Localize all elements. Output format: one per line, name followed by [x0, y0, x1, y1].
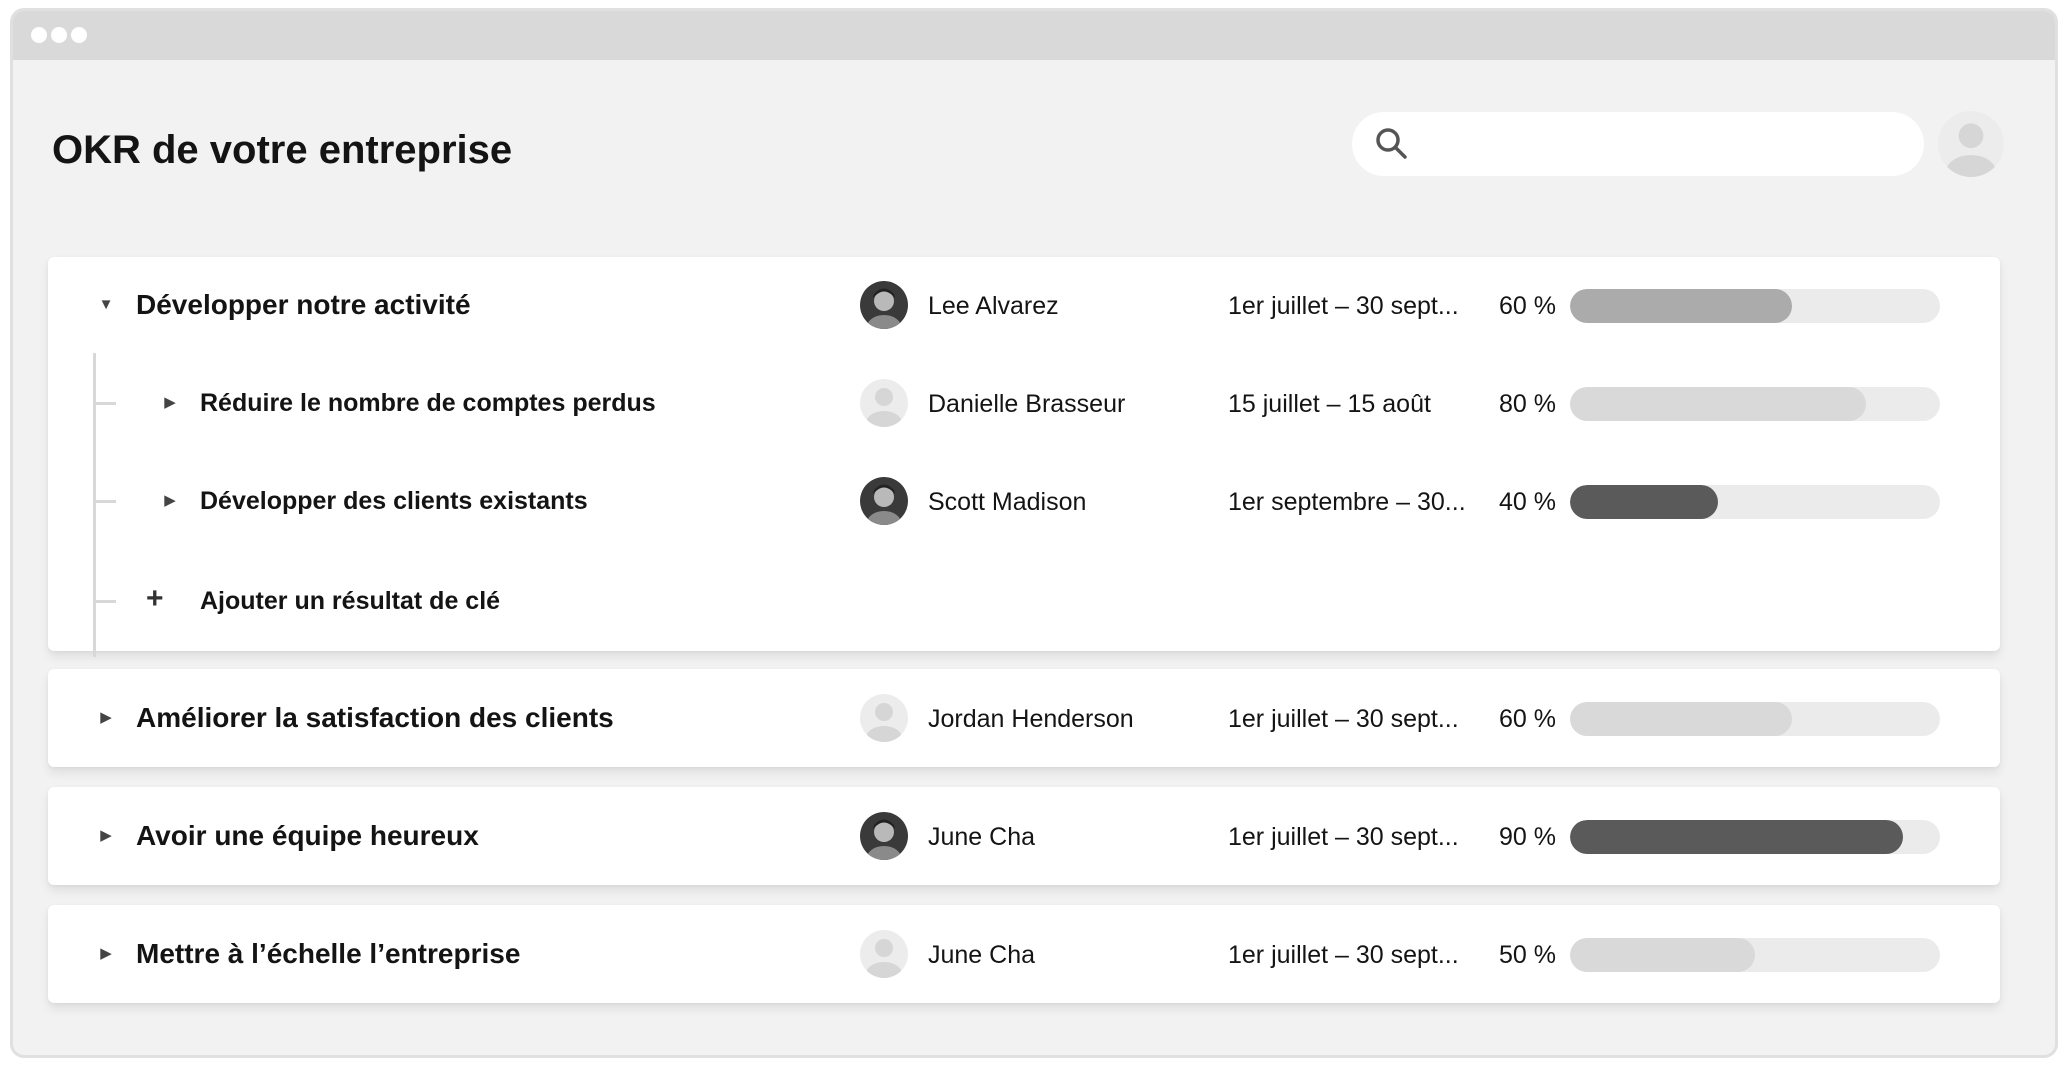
window-titlebar: [13, 11, 2055, 60]
date-range: 15 juillet – 15 août: [1228, 390, 1431, 418]
objective-row[interactable]: ▶ Mettre à l’échelle l’entreprise June C…: [48, 924, 2000, 984]
progress-percent: 40 %: [1499, 488, 1556, 516]
objective-title[interactable]: Avoir une équipe heureux: [136, 820, 479, 852]
objective-title[interactable]: Mettre à l’échelle l’entreprise: [136, 938, 520, 970]
search-bar[interactable]: [1352, 112, 1924, 176]
window-minimize-dot[interactable]: [51, 27, 67, 43]
progress-percent: 60 %: [1499, 292, 1556, 320]
caret-right-icon[interactable]: ▶: [160, 491, 180, 511]
plus-icon[interactable]: +: [146, 581, 164, 617]
caret-right-icon[interactable]: ▶: [96, 826, 116, 846]
owner-avatar: [860, 281, 908, 329]
progress-bar: [1570, 938, 1940, 972]
progress-fill: [1570, 938, 1755, 972]
progress-percent: 50 %: [1499, 941, 1556, 969]
user-avatar[interactable]: [1938, 111, 2004, 177]
objective-card: ▼ Développer notre activité Lee Alvarez …: [48, 257, 2000, 657]
caret-right-icon[interactable]: ▶: [96, 944, 116, 964]
objective-row[interactable]: ▶ Avoir une équipe heureux June Cha 1er …: [48, 806, 2000, 866]
page-title: OKR de votre entreprise: [52, 128, 513, 172]
objective-card: ▶ Mettre à l’échelle l’entreprise June C…: [48, 905, 2000, 1003]
owner-name: Jordan Henderson: [928, 705, 1134, 733]
date-range: 1er juillet – 30 sept...: [1228, 292, 1459, 320]
window-close-dot[interactable]: [31, 27, 47, 43]
progress-percent: 90 %: [1499, 823, 1556, 851]
date-range: 1er juillet – 30 sept...: [1228, 823, 1459, 851]
window-maximize-dot[interactable]: [71, 27, 87, 43]
progress-bar: [1570, 485, 1940, 519]
search-input[interactable]: [1432, 122, 1906, 168]
objective-card: ▶ Avoir une équipe heureux June Cha 1er …: [48, 787, 2000, 885]
owner-avatar: [860, 812, 908, 860]
progress-bar: [1570, 702, 1940, 736]
add-key-result-button[interactable]: + Ajouter un résultat de clé: [48, 571, 2000, 631]
user-icon: [1938, 111, 2004, 177]
date-range: 1er juillet – 30 sept...: [1228, 941, 1459, 969]
progress-bar: [1570, 820, 1940, 854]
owner-name: Danielle Brasseur: [928, 390, 1126, 418]
caret-right-icon[interactable]: ▶: [96, 708, 116, 728]
progress-fill: [1570, 820, 1903, 854]
owner-name: Lee Alvarez: [928, 292, 1059, 320]
objective-title[interactable]: Développer notre activité: [136, 289, 471, 321]
progress-bar: [1570, 289, 1940, 323]
search-icon: [1376, 128, 1407, 159]
caret-right-icon[interactable]: ▶: [160, 393, 180, 413]
objective-title[interactable]: Améliorer la satisfaction des clients: [136, 702, 614, 734]
owner-avatar: [860, 379, 908, 427]
date-range: 1er septembre – 30...: [1228, 488, 1466, 516]
progress-fill: [1570, 289, 1792, 323]
progress-bar: [1570, 387, 1940, 421]
progress-percent: 60 %: [1499, 705, 1556, 733]
objective-row[interactable]: ▼ Développer notre activité Lee Alvarez …: [48, 275, 2000, 335]
progress-fill: [1570, 387, 1866, 421]
caret-down-icon[interactable]: ▼: [96, 295, 116, 315]
progress-fill: [1570, 702, 1792, 736]
add-key-result-label[interactable]: Ajouter un résultat de clé: [200, 587, 500, 616]
owner-name: June Cha: [928, 941, 1036, 969]
key-result-row[interactable]: ▶ Réduire le nombre de comptes perdus Da…: [48, 373, 2000, 433]
key-result-title[interactable]: Développer des clients existants: [200, 487, 588, 516]
owner-avatar: [860, 930, 908, 978]
key-result-row[interactable]: ▶ Développer des clients existants Scott…: [48, 471, 2000, 531]
owner-avatar: [860, 694, 908, 742]
progress-percent: 80 %: [1499, 390, 1556, 418]
key-result-title[interactable]: Réduire le nombre de comptes perdus: [200, 389, 656, 418]
date-range: 1er juillet – 30 sept...: [1228, 705, 1459, 733]
objective-row[interactable]: ▶ Améliorer la satisfaction des clients …: [48, 688, 2000, 748]
owner-avatar: [860, 477, 908, 525]
objective-card: ▶ Améliorer la satisfaction des clients …: [48, 669, 2000, 767]
owner-name: Scott Madison: [928, 488, 1087, 516]
owner-name: June Cha: [928, 823, 1036, 851]
progress-fill: [1570, 485, 1718, 519]
